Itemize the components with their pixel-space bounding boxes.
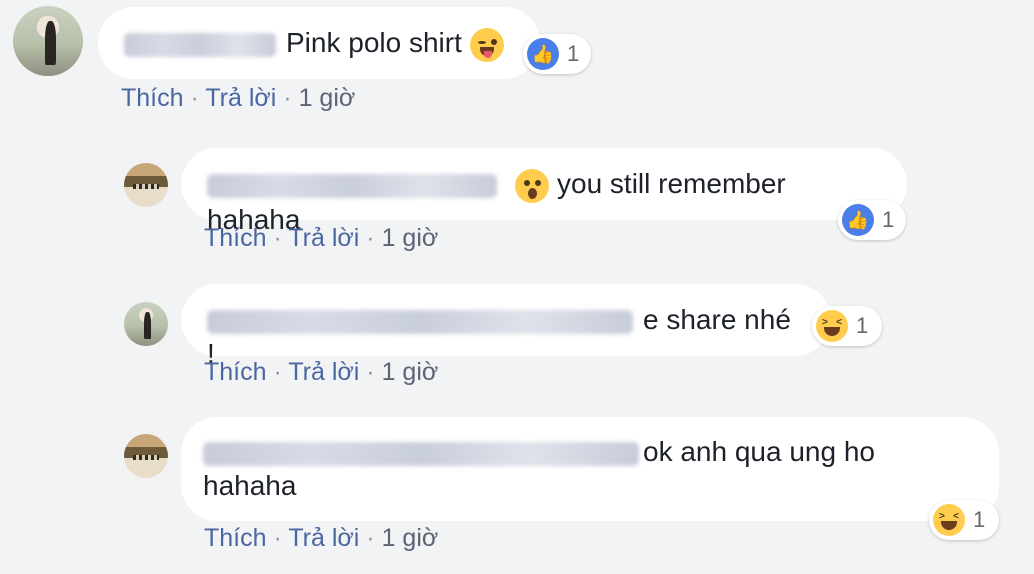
- author-name-blurred[interactable]: [203, 441, 639, 466]
- comment-text: Pink polo shirt: [286, 27, 462, 58]
- comment-text-line1: ok anh qua ung ho: [643, 436, 875, 467]
- reply-link[interactable]: Trả lời: [205, 84, 276, 112]
- comment-bubble: Pink polo shirt: [98, 7, 540, 79]
- timestamp[interactable]: 1 giờ: [382, 224, 439, 252]
- haha-icon: > <: [816, 310, 848, 342]
- separator: ·: [273, 224, 282, 252]
- comment-bubble: e share nhé !: [181, 284, 831, 369]
- comment-actions: Thích · Trả lời · 1 giờ: [204, 224, 438, 253]
- author-name-blurred[interactable]: [207, 309, 633, 334]
- like-link[interactable]: Thích: [121, 84, 184, 112]
- comment-actions: Thích · Trả lời · 1 giờ: [121, 84, 355, 113]
- separator: ·: [273, 524, 282, 552]
- comment-bubble: ok anh qua ung ho hahaha: [181, 417, 999, 521]
- author-name-blurred[interactable]: [207, 173, 497, 198]
- like-link[interactable]: Thích: [204, 224, 267, 252]
- like-link[interactable]: Thích: [204, 358, 267, 386]
- like-icon: 👍: [527, 38, 559, 70]
- reaction-summary[interactable]: > < 1: [812, 306, 882, 346]
- reply-link[interactable]: Trả lời: [288, 358, 359, 386]
- wink-tongue-emoji-icon: [469, 27, 504, 62]
- reaction-count: 1: [856, 313, 869, 338]
- comment-actions: Thích · Trả lời · 1 giờ: [204, 358, 438, 387]
- reaction-count: 1: [882, 207, 895, 232]
- like-link[interactable]: Thích: [204, 524, 267, 552]
- separator: ·: [273, 358, 282, 386]
- reaction-summary[interactable]: 👍 1: [523, 34, 591, 74]
- like-icon: 👍: [842, 204, 874, 236]
- avatar[interactable]: [124, 434, 168, 478]
- separator: ·: [366, 524, 375, 552]
- avatar[interactable]: [13, 6, 83, 76]
- comment-text-line2: hahaha: [203, 470, 297, 501]
- reply-link[interactable]: Trả lời: [288, 524, 359, 552]
- surprised-emoji-icon: [515, 168, 549, 203]
- separator: ·: [283, 84, 292, 112]
- timestamp[interactable]: 1 giờ: [299, 84, 356, 112]
- timestamp[interactable]: 1 giờ: [382, 524, 439, 552]
- reaction-count: 1: [567, 41, 580, 66]
- separator: ·: [366, 358, 375, 386]
- avatar[interactable]: [124, 302, 168, 346]
- comment-actions: Thích · Trả lời · 1 giờ: [204, 524, 438, 553]
- reply-link[interactable]: Trả lời: [288, 224, 359, 252]
- reaction-summary[interactable]: 👍 1: [838, 200, 906, 240]
- avatar[interactable]: [124, 163, 168, 207]
- reaction-summary[interactable]: > < 1: [929, 500, 999, 540]
- author-name-blurred[interactable]: [124, 32, 276, 57]
- separator: ·: [190, 84, 199, 112]
- reaction-count: 1: [973, 507, 986, 532]
- timestamp[interactable]: 1 giờ: [382, 358, 439, 386]
- separator: ·: [366, 224, 375, 252]
- comment-bubble: you still remember hahaha: [181, 148, 907, 235]
- haha-icon: > <: [933, 504, 965, 536]
